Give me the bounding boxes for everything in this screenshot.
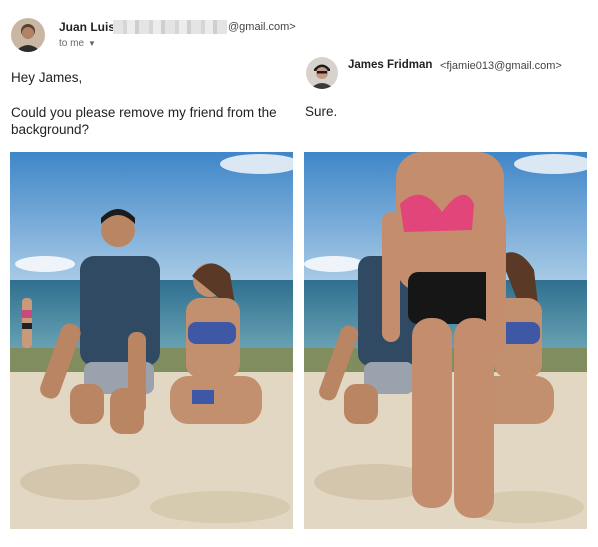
- recipient-label: to me: [59, 38, 85, 49]
- email-request: Could you please remove my friend from t…: [11, 105, 277, 137]
- reply-text: Sure.: [305, 104, 338, 119]
- chevron-down-icon[interactable]: ▼: [88, 39, 96, 48]
- reply-sender-email: <fjamie013@gmail.com>: [440, 60, 562, 72]
- original-beach-photo: [10, 152, 293, 529]
- email-thread-meme: Juan Luis @gmail.com> to me ▼ Hey James, …: [0, 0, 598, 547]
- edited-beach-photo: [304, 152, 587, 529]
- reply-avatar-icon: [306, 57, 338, 89]
- sender-email: @gmail.com>: [228, 21, 296, 33]
- redacted-email-bar: [113, 20, 227, 34]
- email-greeting: Hey James,: [11, 70, 83, 85]
- reply-sender-name: James Fridman: [348, 59, 433, 71]
- sender-avatar-icon: [11, 18, 45, 52]
- sender-name: Juan Luis: [59, 20, 116, 34]
- recipient-toggle[interactable]: to me ▼: [59, 38, 96, 49]
